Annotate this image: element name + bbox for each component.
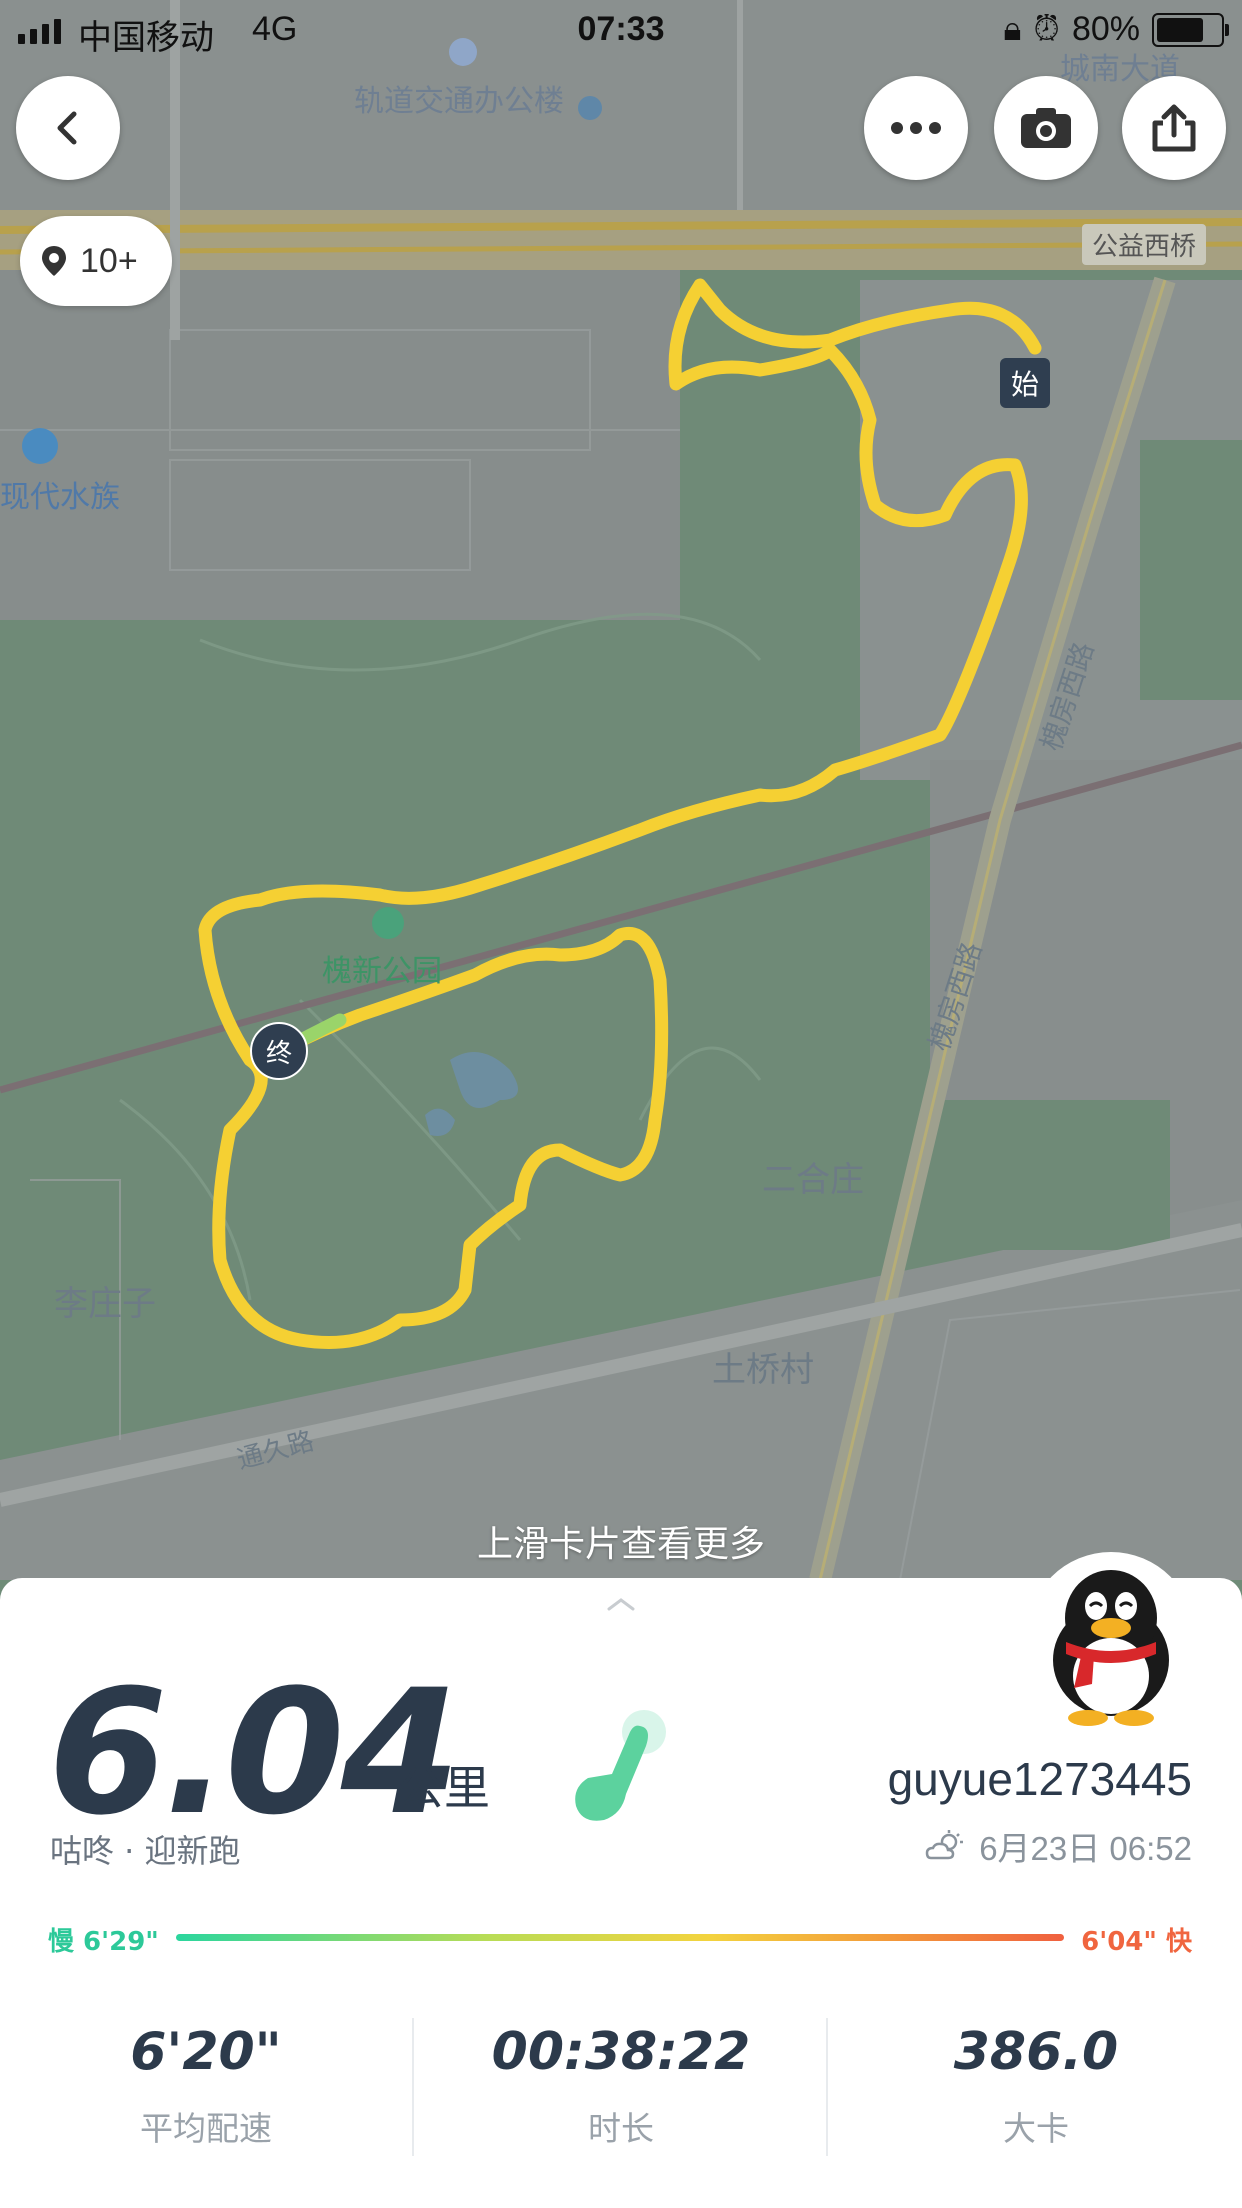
share-button[interactable]	[1122, 76, 1226, 180]
map-label-lizhuangzi: 李庄子	[54, 1284, 156, 1324]
back-button[interactable]	[16, 76, 120, 180]
battery-icon	[1152, 12, 1229, 47]
more-icon	[891, 122, 941, 134]
more-button[interactable]	[864, 76, 968, 180]
battery-percent: 80%	[1071, 10, 1140, 48]
stat-calories-label: 大卡	[1003, 2109, 1069, 2148]
back-icon	[57, 111, 77, 145]
activity-subtitle: 咕咚 · 迎新跑	[50, 1832, 241, 1870]
status-bar: 中国移动 4G 07:33 🔒︎ ⏰︎ 80%	[0, 0, 1242, 60]
stat-avg-pace-label: 平均配速	[140, 2109, 272, 2148]
pace-slow-label: 慢 6'29"	[48, 1927, 159, 1957]
location-pin-icon	[42, 246, 66, 276]
map-label-bridge: 公益西桥	[1082, 224, 1207, 265]
stat-calories-value: 386.0	[953, 2022, 1119, 2082]
stat-duration-value: 00:38:22	[491, 2022, 751, 2082]
stat-duration: 00:38:22 时长	[415, 2022, 827, 2150]
pace-fast-label: 6'04" 快	[1081, 1927, 1192, 1957]
distance-unit: 公里	[398, 1761, 490, 1815]
hand-tap-icon[interactable]	[562, 1702, 672, 1832]
stat-avg-pace: 6'20" 平均配速	[0, 2022, 412, 2150]
map-label-tuqiaocun: 土桥村	[712, 1350, 814, 1390]
map-label-aquarium: 现代水族	[0, 480, 120, 515]
map-label-office: 轨道交通办公楼	[354, 84, 564, 119]
route-start-marker: 始	[1000, 358, 1050, 408]
camera-icon	[1021, 108, 1071, 148]
activity-datetime-row: 6月23日 06:52	[925, 1822, 1192, 1870]
route-end-marker: 终	[250, 1022, 308, 1080]
username: guyue1273445	[887, 1753, 1192, 1805]
pace-gradient-bar	[176, 1934, 1064, 1941]
share-icon	[1152, 104, 1196, 152]
stat-divider	[826, 2018, 828, 2156]
stat-divider	[412, 2018, 414, 2156]
activity-datetime: 6月23日 06:52	[979, 1830, 1192, 1867]
poi-count: 10+	[80, 241, 138, 280]
map-label-park: 槐新公园	[322, 954, 442, 989]
stat-calories: 386.0 大卡	[830, 2022, 1242, 2150]
weather-icon	[925, 1830, 964, 1860]
camera-button[interactable]	[994, 76, 1098, 180]
map-view[interactable]	[0, 0, 1242, 1580]
alarm-icon: ⏰︎	[1033, 10, 1060, 48]
orientation-lock-icon: 🔒︎	[1003, 10, 1022, 48]
poi-count-button[interactable]: 10+	[20, 216, 172, 306]
qq-penguin-avatar[interactable]	[1030, 1548, 1192, 1728]
chevron-up-icon[interactable]	[606, 1596, 636, 1612]
map-label-erhezhuang: 二合庄	[762, 1160, 864, 1200]
distance-value: 6.04	[48, 1652, 460, 1853]
stat-duration-label: 时长	[588, 2109, 654, 2148]
stat-avg-pace-value: 6'20"	[130, 2022, 282, 2082]
